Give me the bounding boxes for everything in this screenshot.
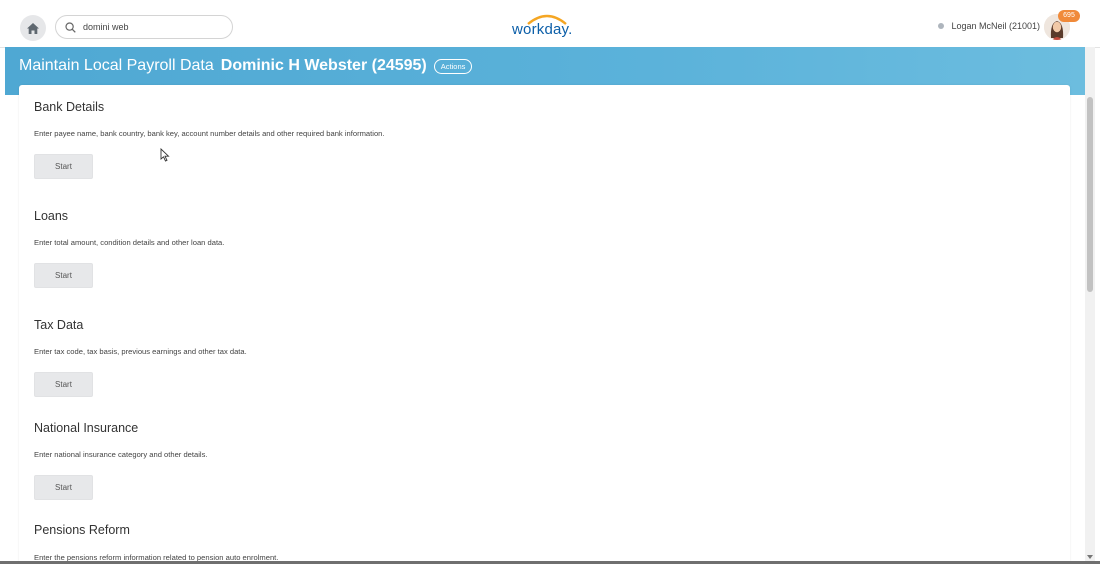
main-card: Bank Details Enter payee name, bank coun… bbox=[19, 85, 1070, 564]
user-name: Logan McNeil (21001) bbox=[951, 21, 1040, 31]
notification-badge[interactable]: 695 bbox=[1058, 10, 1080, 22]
logo-text: workday. bbox=[512, 21, 573, 38]
section-loans: Loans Enter total amount, condition deta… bbox=[34, 209, 224, 288]
section-tax-data: Tax Data Enter tax code, tax basis, prev… bbox=[34, 318, 247, 397]
section-title: Tax Data bbox=[34, 318, 84, 332]
search-box[interactable] bbox=[55, 15, 233, 39]
worker-name: Dominic H Webster (24595) bbox=[220, 57, 427, 74]
home-button[interactable] bbox=[20, 15, 46, 41]
section-bank-details: Bank Details Enter payee name, bank coun… bbox=[34, 100, 385, 179]
start-button-bank-details[interactable]: Start bbox=[34, 154, 93, 179]
section-description: Enter payee name, bank country, bank key… bbox=[34, 129, 385, 138]
status-dot-icon bbox=[938, 23, 945, 29]
top-navigation-bar: workday. Logan McNeil (21001) 695 bbox=[0, 0, 1100, 48]
section-pensions-reform: Pensions Reform Enter the pensions refor… bbox=[34, 523, 278, 562]
vertical-scrollbar[interactable] bbox=[1085, 47, 1095, 561]
start-button-tax-data[interactable]: Start bbox=[34, 372, 93, 397]
section-title: National Insurance bbox=[34, 421, 139, 435]
search-input[interactable] bbox=[81, 21, 225, 33]
user-menu[interactable]: Logan McNeil (21001) bbox=[938, 21, 1040, 31]
section-description: Enter total amount, condition details an… bbox=[34, 238, 225, 247]
section-description: Enter national insurance category and ot… bbox=[34, 450, 208, 459]
actions-button[interactable]: Actions bbox=[433, 58, 473, 74]
page-title: Maintain Local Payroll Data bbox=[19, 57, 214, 74]
workday-logo[interactable]: workday. bbox=[512, 12, 582, 42]
start-button-national-insurance[interactable]: Start bbox=[34, 475, 93, 500]
section-title: Pensions Reform bbox=[34, 523, 130, 537]
page-title-row: Maintain Local Payroll Data Dominic H We… bbox=[19, 57, 473, 75]
section-national-insurance: National Insurance Enter national insura… bbox=[34, 421, 208, 500]
section-title: Loans bbox=[34, 209, 69, 223]
search-icon bbox=[65, 21, 76, 33]
mouse-cursor-icon bbox=[160, 148, 170, 162]
scroll-down-arrow-icon[interactable] bbox=[1087, 555, 1093, 559]
scrollbar-thumb[interactable] bbox=[1087, 97, 1093, 292]
start-button-loans[interactable]: Start bbox=[34, 263, 93, 288]
section-title: Bank Details bbox=[34, 100, 105, 114]
home-icon bbox=[27, 22, 39, 34]
section-description: Enter tax code, tax basis, previous earn… bbox=[34, 347, 247, 356]
